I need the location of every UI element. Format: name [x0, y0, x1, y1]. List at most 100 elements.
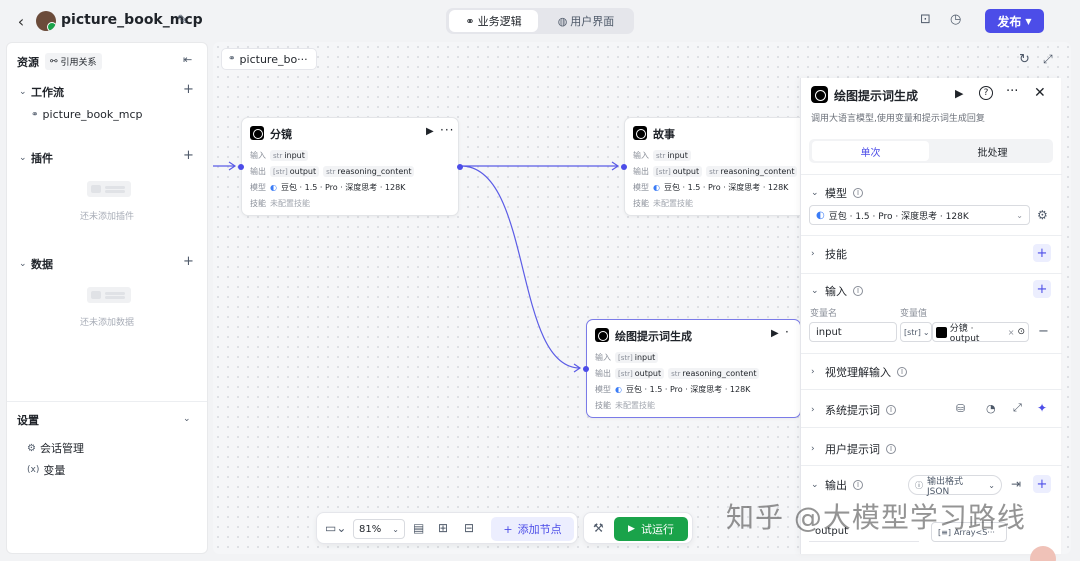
more-icon[interactable]: ··· — [1006, 84, 1018, 99]
chevron-down-icon: ⌄ — [988, 480, 995, 490]
node-output-row: 输出 [str] output str reasoning_content — [633, 166, 798, 177]
workflow-item[interactable]: ⚭ picture_book_mcp — [31, 108, 143, 121]
add-workflow-icon[interactable]: + — [183, 82, 194, 97]
panel-title: 绘图提示词生成 — [834, 89, 919, 103]
input-type-select[interactable]: [str] ⌄ — [900, 322, 932, 342]
palette-icon: ◍ — [557, 14, 568, 28]
zoom-select[interactable]: 81% ⌄ — [353, 519, 405, 539]
llm-node-icon — [811, 86, 828, 103]
chevron-down-icon[interactable]: ⌄ — [19, 87, 27, 97]
ai-optimize-icon[interactable]: ✦ — [1037, 401, 1047, 415]
panel-description: 调用大语言模型,使用变量和提示词生成回复 — [811, 114, 985, 124]
divider — [7, 401, 207, 402]
close-icon[interactable]: ✕ — [1034, 85, 1046, 101]
play-icon[interactable]: ▶ — [426, 126, 434, 137]
play-icon[interactable]: ▶ — [771, 328, 779, 339]
tab-user-interface[interactable]: ◍ 用户界面 — [542, 10, 630, 32]
back-arrow-icon[interactable]: ‹ — [12, 11, 30, 31]
comment-icon[interactable]: ▤ — [413, 521, 424, 535]
input-var-reference[interactable]: 分镜 · output × ⊙ — [932, 322, 1029, 344]
canvas-toolbar: ▭⌄ 81% ⌄ ▤ ⊞ ⊟ + 添加节点 — [316, 512, 578, 544]
chat-settings-icon: ⚙ — [27, 442, 36, 454]
sidebar-item-conversations[interactable]: ⚙ 会话管理 — [27, 440, 84, 456]
chevron-down-icon[interactable]: ⌄ — [183, 414, 191, 424]
workflow-node-storyboard[interactable]: 分镜 ▶ ··· 输入 str input 输出 [str] output str r… — [238, 117, 463, 216]
doubao-model-icon: ◐ — [816, 209, 825, 221]
info-icon: ⓘ — [915, 480, 923, 490]
input-var-name-field[interactable]: input — [809, 322, 897, 342]
add-data-icon[interactable]: + — [183, 254, 194, 269]
var-name-label: 变量名 — [810, 309, 838, 319]
output-format-select[interactable]: ⓘ 输出格式JSON ⌄ — [908, 475, 1002, 497]
output-port[interactable] — [457, 164, 463, 170]
node-input-row: 输入 str input — [250, 150, 308, 161]
workflow-icon: ⚭ — [31, 109, 39, 120]
model-section-header[interactable]: ⌄ 模型 i — [811, 185, 863, 201]
chevron-right-icon: › — [811, 367, 815, 377]
test-run-button[interactable]: ▶ 试运行 — [614, 517, 688, 541]
more-icon[interactable]: · — [785, 325, 790, 339]
add-output-button[interactable]: + — [1033, 475, 1051, 493]
node-input-row: 输入 [str] input — [595, 352, 659, 363]
import-json-icon[interactable]: ⇥ — [1011, 477, 1021, 491]
chevron-down-icon[interactable]: ⌄ — [19, 153, 27, 163]
user-prompt-section-header[interactable]: › 用户提示词 i — [811, 441, 896, 457]
play-icon: ▶ — [628, 524, 635, 534]
output-section-header[interactable]: ⌄ 输出 i — [811, 477, 863, 493]
chevron-right-icon: › — [811, 444, 815, 454]
clear-icon[interactable]: × — [1008, 328, 1015, 337]
node-skills-row: 技能 未配置技能 — [633, 199, 693, 208]
minimap-icon[interactable]: ▭⌄ — [325, 521, 346, 535]
llm-node-icon — [595, 328, 609, 342]
watermark-text: 知乎 @大模型学习路线 — [726, 501, 1026, 534]
workflow-node-story[interactable]: 故事 输入 str input 输出 [str] output str reasoni… — [621, 117, 814, 216]
image-icon[interactable]: ⊟ — [464, 521, 474, 535]
add-node-button[interactable]: + 添加节点 — [491, 517, 574, 541]
remove-input-icon[interactable]: − — [1038, 324, 1049, 339]
resources-title: 资源 — [17, 56, 39, 69]
input-section-header[interactable]: ⌄ 输入 i — [811, 283, 863, 299]
model-select[interactable]: ◐ 豆包 · 1.5 · Pro · 深度思考 · 128K ⌄ — [809, 205, 1030, 225]
input-port[interactable] — [583, 366, 589, 372]
help-icon[interactable]: ? — [979, 86, 993, 100]
prompt-library-icon[interactable]: ⛁ — [956, 402, 965, 415]
edit-icon[interactable]: ✎ — [177, 13, 188, 28]
publish-button[interactable]: 发布 ▼ — [985, 9, 1044, 33]
lightbulb-icon[interactable]: ◔ — [986, 402, 996, 415]
divider — [801, 235, 1062, 236]
skills-section-header[interactable]: › 技能 — [811, 246, 847, 262]
node-skills-row: 技能 未配置技能 — [250, 199, 310, 208]
plugins-section-title: 插件 — [31, 152, 53, 165]
system-prompt-section-header[interactable]: › 系统提示词 i — [811, 402, 896, 418]
play-icon[interactable]: ▶ — [955, 87, 963, 100]
vision-input-section-header[interactable]: › 视觉理解输入 i — [811, 364, 907, 380]
chevron-down-icon[interactable]: ⌄ — [19, 259, 27, 269]
chevron-down-icon: ⌄ — [811, 286, 819, 296]
add-skill-button[interactable]: + — [1033, 244, 1051, 262]
tab-batch[interactable]: 批处理 — [934, 141, 1051, 161]
references-button[interactable]: ⚯ 引用关系 — [45, 53, 102, 70]
history-icon[interactable]: ◷ — [950, 12, 961, 27]
empty-plugins-illustration-icon — [87, 181, 131, 197]
node-output-row: 输出 [str] output str reasoning_content — [250, 166, 415, 177]
add-plugin-icon[interactable]: + — [183, 148, 194, 163]
input-port[interactable] — [621, 164, 627, 170]
workflow-node-prompt-generation[interactable]: 绘图提示词生成 ▶ · 输入 [str] input 输出 [str] output… — [583, 319, 801, 418]
tab-business-logic[interactable]: ⚭ 业务逻辑 — [449, 10, 538, 32]
collapse-sidebar-icon[interactable]: ⇤ — [183, 53, 192, 66]
tab-single[interactable]: 单次 — [812, 141, 929, 161]
verified-badge-icon — [47, 22, 56, 31]
expand-icon[interactable]: ⤢ — [1013, 401, 1022, 415]
input-port[interactable] — [238, 164, 244, 170]
grid-layout-icon[interactable]: ⊞ — [438, 521, 448, 535]
add-input-button[interactable]: + — [1033, 280, 1051, 298]
sidebar-item-variables[interactable]: (x) 变量 — [27, 462, 65, 478]
node-config-panel: 绘图提示词生成 ▶ ? ··· ✕ 调用大语言模型,使用变量和提示词生成回复 单… — [800, 78, 1062, 554]
more-icon[interactable]: ··· — [440, 123, 454, 137]
model-settings-icon[interactable]: ⚙ — [1037, 208, 1048, 222]
debug-tool-icon[interactable]: ⚒ — [593, 521, 604, 535]
export-icon[interactable]: ⊡ — [920, 12, 931, 27]
node-model-row: 模型 ◐ 豆包 · 1.5 · Pro · 深度思考 · 128K — [595, 385, 751, 394]
target-icon[interactable]: ⊙ — [1017, 327, 1025, 337]
empty-data-text: 还未添加数据 — [80, 318, 135, 328]
